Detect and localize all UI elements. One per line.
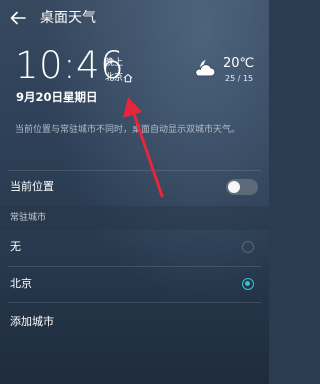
screen: 桌面天气 10:46 晚上 北京 9月20日星期日 20℃ 25 / 15 当前… [0,0,269,384]
divider [8,266,261,267]
app-header: 桌面天气 [0,0,269,36]
option-none-label[interactable]: 无 [10,240,21,254]
widget-temperature: 20℃ [223,56,255,71]
section-title: 常驻城市 [10,213,47,223]
home-icon [123,74,133,83]
partly-cloudy-night-icon [195,60,216,77]
option-none-radio[interactable] [242,241,254,253]
widget-city: 北京 [105,73,124,83]
page-title: 桌面天气 [40,10,96,26]
divider [8,302,261,303]
radio-selected-dot [245,281,250,286]
description-text: 当前位置与常驻城市不同时，桌面自动显示双城市天气。 [15,125,241,135]
widget-ampm: 晚上 [105,58,124,68]
back-arrow-icon [10,11,26,25]
widget-temp-range: 25 / 15 [225,74,254,83]
widget-date: 9月20日星期日 [16,90,98,104]
current-location-toggle[interactable] [226,179,258,195]
option-beijing-label[interactable]: 北京 [10,277,32,291]
toggle-knob [228,181,240,193]
divider [8,170,261,171]
add-city-button[interactable]: 添加城市 [10,315,54,329]
back-button[interactable] [6,6,30,30]
option-beijing-radio[interactable] [242,278,254,290]
current-location-label: 当前位置 [10,180,54,193]
